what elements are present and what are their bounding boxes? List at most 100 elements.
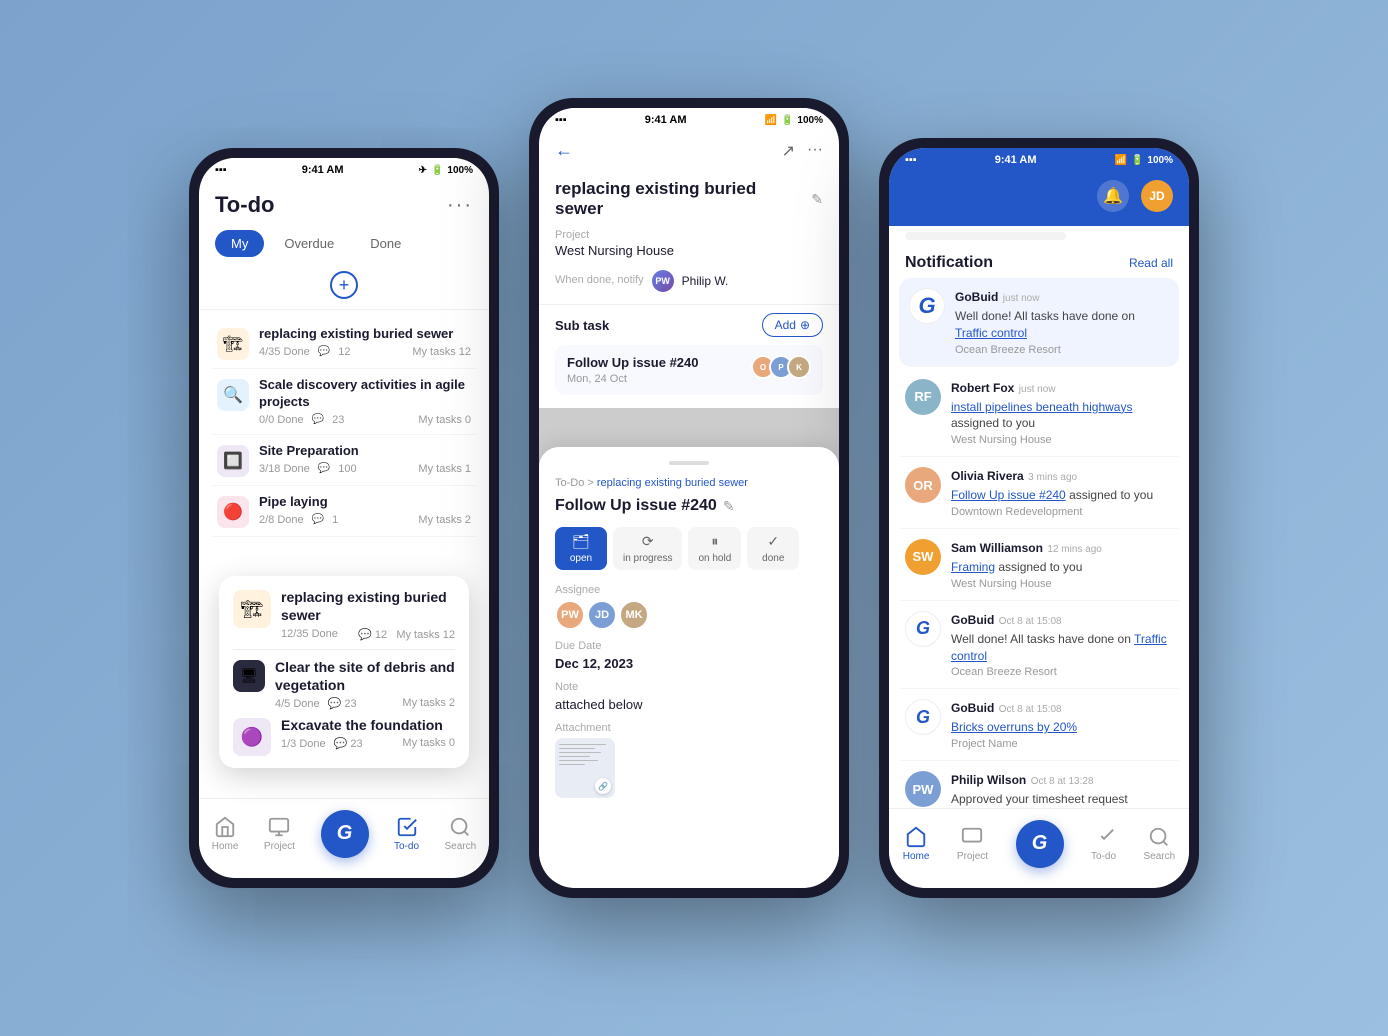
- nav-search[interactable]: Search: [445, 816, 477, 852]
- notif-item[interactable]: G GoBuid Oct 8 at 15:08 Bricks overruns …: [899, 689, 1179, 761]
- task-list: 🏗 replacing existing buried sewer 4/35 D…: [199, 310, 489, 545]
- more-menu-button[interactable]: ···: [447, 194, 473, 217]
- add-subtask-button[interactable]: Add ⊕: [762, 313, 823, 337]
- back-button[interactable]: ←: [555, 140, 573, 161]
- todo-header: To-do ···: [199, 180, 489, 226]
- notif-link-0[interactable]: Traffic control: [955, 326, 1027, 340]
- nav-project[interactable]: Project: [264, 816, 295, 852]
- notif-sender-5: GoBuid: [951, 701, 994, 715]
- more-icon[interactable]: ···: [807, 141, 823, 161]
- comment-icon: 💬: [312, 414, 324, 425]
- nav-todo-3[interactable]: To-do: [1091, 826, 1116, 862]
- battery-pct: 100%: [447, 165, 473, 176]
- status-done[interactable]: ✓ done: [747, 527, 799, 570]
- notif-sender-2: Olivia Rivera: [951, 469, 1024, 483]
- attachment-link-icon: 🔗: [595, 778, 611, 794]
- nav-home-3[interactable]: Home: [903, 826, 930, 862]
- wifi-icon: ✈: [419, 165, 427, 176]
- read-all-button[interactable]: Read all: [1129, 256, 1173, 270]
- battery-icon-2: 🔋: [781, 115, 793, 126]
- drag-handle[interactable]: [669, 461, 709, 465]
- project-label: Project: [555, 229, 823, 241]
- battery-pct-2: 100%: [797, 115, 823, 126]
- sub-icon-2: 🟣: [233, 718, 271, 756]
- due-date-label: Due Date: [555, 640, 823, 652]
- notif-item[interactable]: SW Sam Williamson 12 mins ago Framing as…: [899, 529, 1179, 601]
- tab-my[interactable]: My: [215, 230, 264, 257]
- notif-sender-6: Philip Wilson: [951, 773, 1026, 787]
- notif-item[interactable]: RF Robert Fox just now install pipelines…: [899, 369, 1179, 458]
- detail-header: ← ↗ ···: [539, 130, 839, 171]
- notif-text-4: Well done! All tasks have done on Traffi…: [951, 631, 1173, 665]
- task-meta-3: 3/18 Done 💬 100 My tasks 1: [259, 463, 471, 475]
- task-item[interactable]: 🏗 replacing existing buried sewer 4/35 D…: [211, 318, 477, 369]
- share-icon[interactable]: ↗: [782, 141, 795, 161]
- task-name-2: Scale discovery activities in agile proj…: [259, 377, 471, 411]
- floating-task-name: replacing existing buried sewer: [281, 588, 455, 624]
- task-name-4: Pipe laying: [259, 494, 471, 511]
- gobuid-logo: G: [337, 822, 353, 845]
- plus-icon: ⊕: [800, 318, 810, 332]
- nav-todo[interactable]: To-do: [394, 816, 419, 852]
- notif-text-1: install pipelines beneath highways assig…: [951, 399, 1173, 433]
- notif-text-3: Framing assigned to you: [951, 559, 1173, 576]
- sub-task-item[interactable]: 🖥 Clear the site of debris and vegetatio…: [233, 658, 455, 716]
- battery-icon: 🔋: [431, 165, 443, 176]
- notify-label: When done, notify: [555, 274, 644, 286]
- notif-link-5[interactable]: Bricks overruns by 20%: [951, 720, 1077, 734]
- user-avatar-header[interactable]: JD: [1141, 180, 1173, 212]
- comment-icon: 💬: [312, 514, 324, 525]
- bell-icon[interactable]: 🔔: [1097, 180, 1129, 212]
- nav-center[interactable]: G: [321, 810, 369, 858]
- subtask-avatars: O P K: [751, 355, 811, 379]
- notif-avatar-gobuid-0: G: [909, 288, 945, 324]
- notif-time-0: just now: [1003, 293, 1040, 304]
- notif-link-1[interactable]: install pipelines beneath highways: [951, 400, 1132, 414]
- popup-edit-icon[interactable]: ✎: [723, 498, 735, 515]
- notif-text-5: Bricks overruns by 20%: [951, 719, 1173, 736]
- todo-title: To-do: [215, 192, 274, 218]
- notif-item[interactable]: G GoBuid Oct 8 at 15:08 Well done! All t…: [899, 601, 1179, 690]
- tab-overdue[interactable]: Overdue: [268, 230, 350, 257]
- subtask-avatar-3: K: [787, 355, 811, 379]
- task-icon-3: 🔲: [217, 445, 249, 477]
- task-item[interactable]: 🔴 Pipe laying 2/8 Done 💬 1 My tasks 2: [211, 486, 477, 537]
- nav-center-3[interactable]: G: [1016, 820, 1064, 868]
- nav-home[interactable]: Home: [212, 816, 239, 852]
- floating-icon: 🏗: [233, 590, 271, 628]
- note-label: Note: [555, 681, 823, 693]
- tab-done[interactable]: Done: [354, 230, 417, 257]
- assignee-label: Assignee: [555, 584, 823, 596]
- done-icon: ✓: [767, 533, 779, 550]
- attachment-thumb[interactable]: 🔗: [555, 738, 615, 798]
- notif-time-1: just now: [1019, 384, 1056, 395]
- notif-link-3[interactable]: Framing: [951, 560, 995, 574]
- notif-content-3: Sam Williamson 12 mins ago Framing assig…: [951, 539, 1173, 590]
- subtask-card[interactable]: Follow Up issue #240 Mon, 24 Oct O P K: [555, 345, 823, 395]
- status-on-hold[interactable]: ⏸ on hold: [688, 527, 741, 570]
- status-in-progress[interactable]: ⟳ in progress: [613, 527, 682, 570]
- notif-avatar-2: OR: [905, 467, 941, 503]
- edit-icon[interactable]: ✎: [811, 191, 823, 208]
- subtask-info: Follow Up issue #240 Mon, 24 Oct: [567, 355, 699, 385]
- popup-breadcrumb: To-Do > replacing existing buried sewer: [555, 477, 823, 489]
- nav-project-3[interactable]: Project: [957, 826, 988, 862]
- assignee-avatars: PW JD MK: [555, 600, 823, 630]
- notif-link-2[interactable]: Follow Up issue #240: [951, 488, 1066, 502]
- sub-icon-1: 🖥: [233, 660, 265, 692]
- task-item[interactable]: 🔍 Scale discovery activities in agile pr…: [211, 369, 477, 435]
- add-task-button[interactable]: +: [330, 271, 358, 299]
- breadcrumb-link[interactable]: replacing existing buried sewer: [597, 477, 748, 489]
- popup-card: To-Do > replacing existing buried sewer …: [539, 447, 839, 888]
- status-open[interactable]: 🗂 open: [555, 527, 607, 570]
- task-icon-1: 🏗: [217, 328, 249, 360]
- sub-task-item[interactable]: 🟣 Excavate the foundation 1/3 Done 💬 23 …: [233, 716, 455, 756]
- notify-avatar: PW: [652, 270, 674, 292]
- task-item[interactable]: 🔲 Site Preparation 3/18 Done 💬 100 My ta…: [211, 435, 477, 486]
- comment-icon: 💬: [318, 463, 330, 474]
- notif-item[interactable]: G GoBuid just now Well done! All tasks h…: [899, 278, 1179, 367]
- notif-avatar-gobuid-4: G: [905, 611, 941, 647]
- nav-search-3[interactable]: Search: [1144, 826, 1176, 862]
- notif-sub-0: Ocean Breeze Resort: [955, 344, 1169, 356]
- notif-item[interactable]: OR Olivia Rivera 3 mins ago Follow Up is…: [899, 457, 1179, 529]
